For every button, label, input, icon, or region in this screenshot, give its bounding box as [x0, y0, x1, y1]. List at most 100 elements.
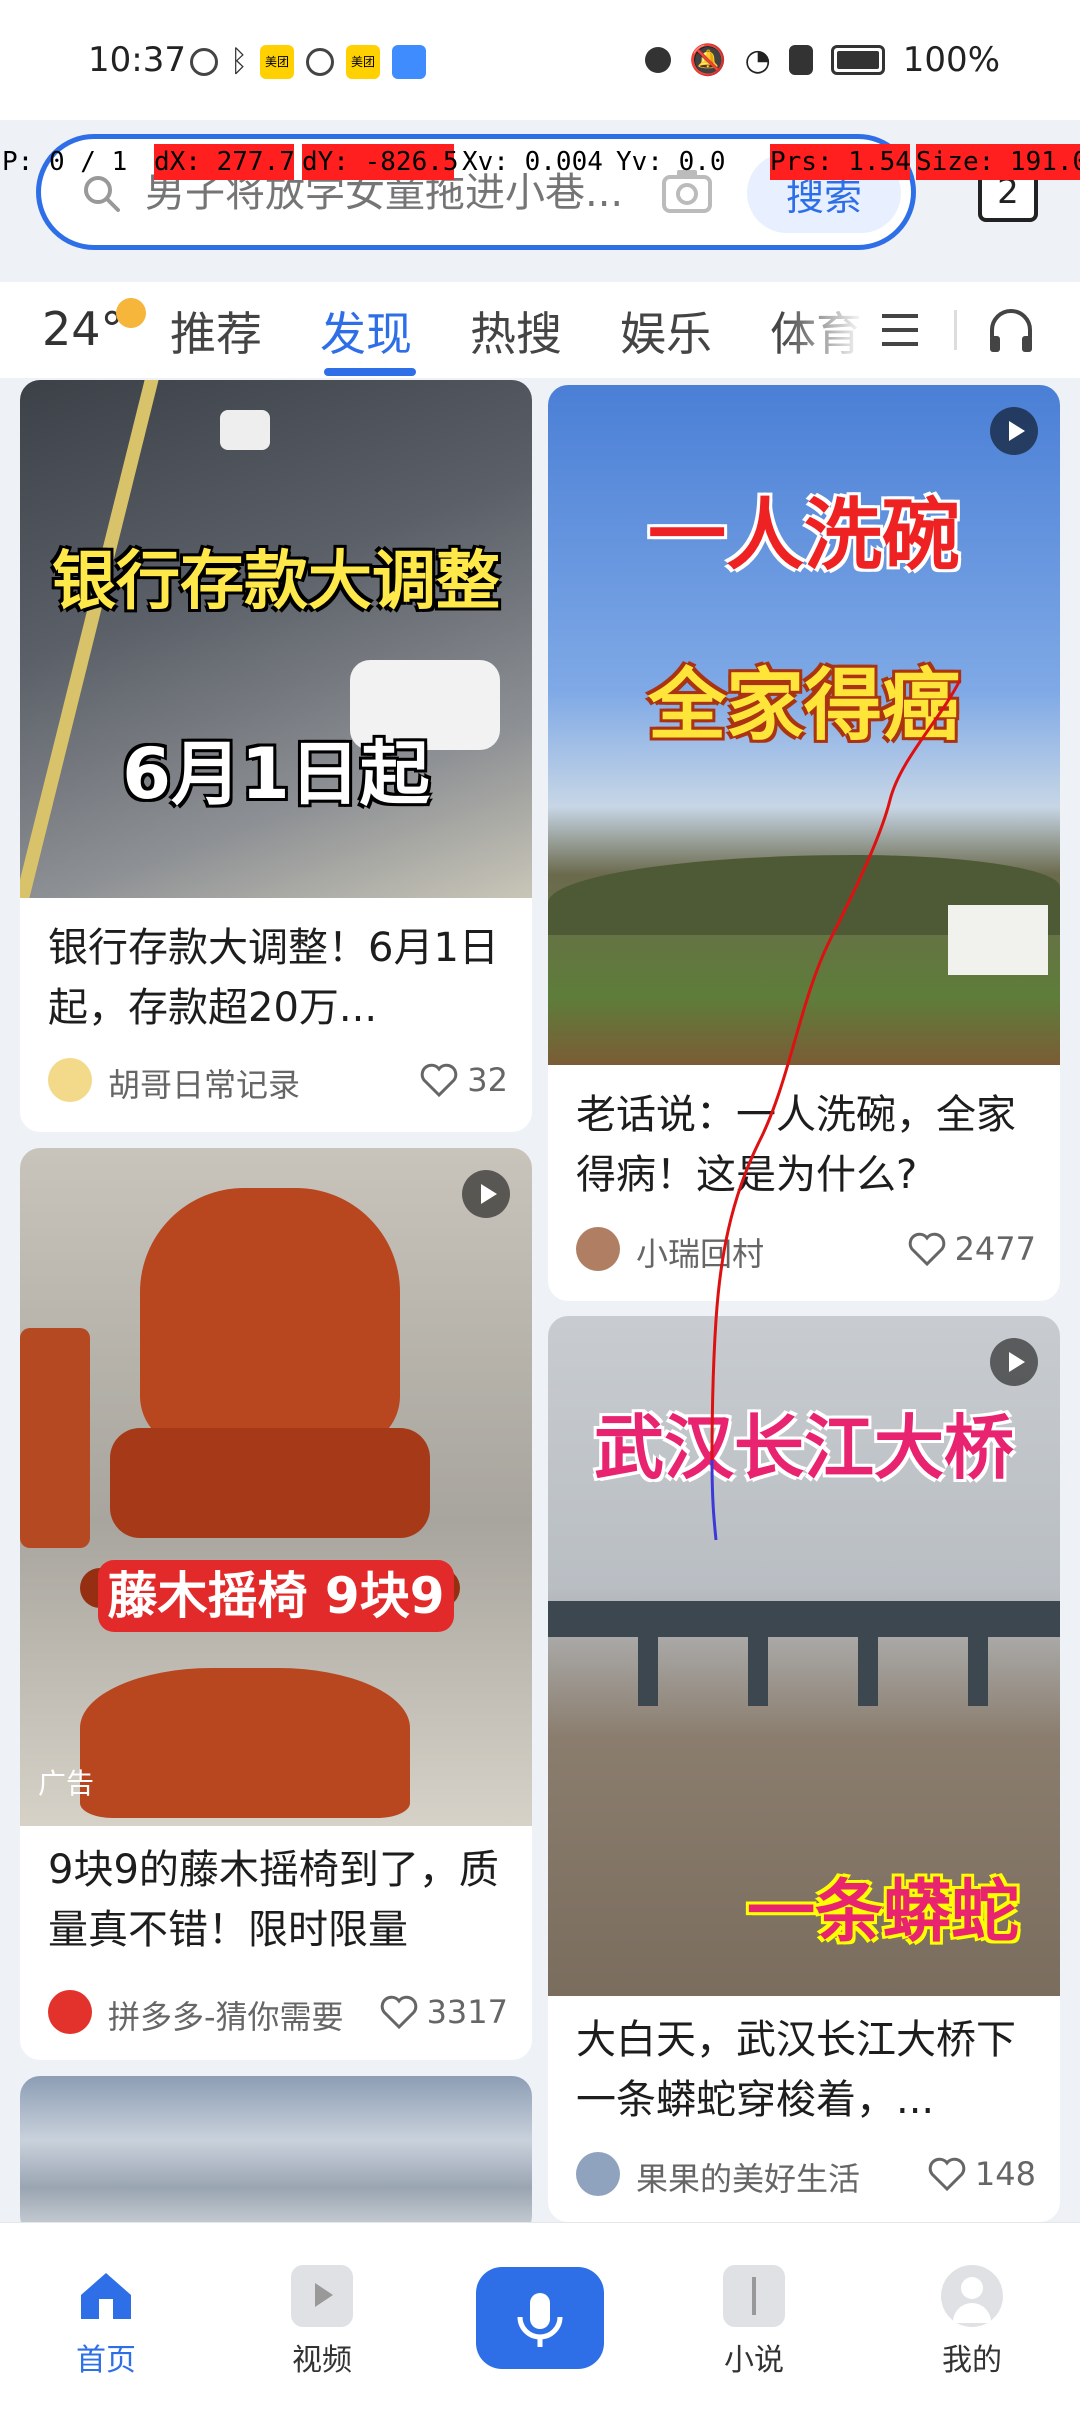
- play-icon: [462, 1170, 510, 1218]
- avatar: [576, 1227, 620, 1271]
- thumbnail-headline: 武汉长江大桥: [594, 1407, 1014, 1489]
- thumbnail-price-banner: 藤木摇椅 9块9: [98, 1560, 454, 1632]
- tab-discover[interactable]: 发现: [320, 298, 412, 364]
- thumbnail-headline: 一人洗碗: [647, 491, 960, 581]
- wifi-icon: ◔: [744, 42, 771, 78]
- chair-shape: [80, 1668, 410, 1818]
- avatar: [48, 1058, 92, 1102]
- nav-label: 首页: [76, 2343, 136, 2378]
- status-bar: 10:37 ᛒ 美团 美团 🔕 ◔ 100%: [0, 0, 1080, 120]
- weather-widget[interactable]: 24°: [42, 298, 146, 356]
- play-icon: [990, 407, 1038, 455]
- nav-label: 我的: [942, 2343, 1002, 2378]
- status-system-icons: 🔕 ◔ 100%: [645, 40, 1000, 80]
- microphone-icon: [517, 2293, 563, 2347]
- feed-card[interactable]: 藤木摇椅 9块9 广告 9块9的藤木摇椅到了，质量真不错！限时限量 拼多多-猜你…: [20, 1148, 532, 2060]
- home-icon: [75, 2265, 137, 2327]
- card-meta: 胡哥日常记录 32: [48, 1056, 508, 1106]
- tabs-divider: [954, 310, 957, 350]
- active-tab-indicator: [324, 368, 416, 376]
- app-face-icon: [306, 47, 334, 76]
- nav-label: 视频: [292, 2343, 352, 2378]
- bridge-deck-shape: [548, 1601, 1060, 1637]
- meituan-badge-icon: 美团: [260, 44, 294, 79]
- avatar: [48, 1990, 92, 2034]
- thumbnail-subheadline: 全家得癌: [647, 661, 960, 751]
- status-notification-icons: ᛒ 美团 美团: [190, 44, 426, 79]
- status-time: 10:37: [88, 40, 186, 80]
- like-count[interactable]: 148: [927, 2154, 1036, 2194]
- profile-icon: [941, 2265, 1003, 2327]
- side-table-shape: [20, 1328, 90, 1548]
- like-count[interactable]: 3317: [379, 1992, 508, 2032]
- card-meta: 果果的美好生活 148: [576, 2150, 1036, 2200]
- card-thumbnail: [20, 2076, 532, 2222]
- feed-card[interactable]: 武汉长江大桥 一条蟒蛇 大白天，武汉长江大桥下一条蟒蛇穿梭着，... 果果的美好…: [548, 1316, 1060, 2222]
- alert-icon: [788, 45, 813, 75]
- mute-icon: 🔕: [689, 42, 727, 78]
- car-shape: [220, 410, 270, 450]
- heart-icon: [421, 1063, 458, 1098]
- card-title: 9块9的藤木摇椅到了，质量真不错！限时限量: [48, 1847, 499, 1953]
- battery-percent: 100%: [902, 40, 1000, 80]
- headphones-icon[interactable]: [986, 306, 1036, 356]
- menu-icon[interactable]: [878, 308, 922, 352]
- author-name: 拼多多-猜你需要: [108, 1998, 344, 2036]
- bridge-pier-shape: [748, 1636, 768, 1706]
- nav-home[interactable]: 首页: [46, 2265, 166, 2379]
- tab-trending[interactable]: 热搜: [470, 298, 562, 364]
- debug-pointer: P: 0 / 1: [2, 147, 128, 177]
- heart-icon: [908, 1232, 945, 1267]
- sun-icon: [115, 298, 146, 328]
- road-lane: [20, 380, 159, 898]
- like-count[interactable]: 32: [419, 1060, 508, 1100]
- speed-icon: [190, 47, 218, 76]
- heart-icon: [380, 1995, 417, 2030]
- like-number: 3317: [426, 1993, 508, 2031]
- chair-seat-shape: [110, 1428, 430, 1538]
- discover-feed: 银行存款大调整 6月1日起 银行存款大调整！6月1日起，存款超20万... 胡哥…: [0, 380, 1080, 2222]
- book-icon: [723, 2265, 785, 2327]
- voice-search-button[interactable]: [476, 2267, 604, 2369]
- like-count[interactable]: 2477: [907, 1229, 1036, 1269]
- tab-recommend[interactable]: 推荐: [170, 298, 262, 364]
- card-thumbnail: 藤木摇椅 9块9 广告: [20, 1148, 532, 1826]
- heart-icon: [928, 2157, 966, 2192]
- bluetooth-icon: ᛒ: [230, 44, 248, 79]
- bridge-pier-shape: [638, 1636, 658, 1706]
- video-icon: [291, 2265, 353, 2327]
- feed-card[interactable]: 一人洗碗 全家得癌 老话说：一人洗碗，全家得病！这是为什么? 小瑞回村 2477: [548, 385, 1060, 1301]
- card-title: 老话说：一人洗碗，全家得病！这是为什么?: [576, 1092, 1016, 1198]
- touch-debug-overlay: P: 0 / 1 dX: 277.7 dY: -826.5 Xv: 0.004 …: [0, 144, 1080, 180]
- bottom-nav: 首页 视频 小说 我的: [0, 2222, 1080, 2412]
- like-number: 148: [974, 2155, 1036, 2193]
- bridge-pier-shape: [968, 1636, 988, 1706]
- house-shape: [948, 905, 1048, 975]
- card-thumbnail: 武汉长江大桥 一条蟒蛇: [548, 1316, 1060, 1996]
- nav-profile[interactable]: 我的: [912, 2265, 1032, 2379]
- card-thumbnail: 银行存款大调整 6月1日起: [20, 380, 532, 898]
- author-name: 小瑞回村: [636, 1235, 765, 1273]
- feed-card[interactable]: 银行存款大调整 6月1日起 银行存款大调整！6月1日起，存款超20万... 胡哥…: [20, 380, 532, 1132]
- nav-novel[interactable]: 小说: [694, 2265, 814, 2379]
- feed-card[interactable]: [20, 2076, 532, 2222]
- debug-size: Size: 191.0: [916, 144, 1080, 180]
- card-title: 大白天，武汉长江大桥下一条蟒蛇穿梭着，...: [576, 2017, 1016, 2123]
- author-name: 胡哥日常记录: [108, 1066, 301, 1104]
- like-number: 2477: [954, 1230, 1036, 1268]
- card-title: 银行存款大调整！6月1日起，存款超20万...: [48, 925, 499, 1031]
- tab-entertainment[interactable]: 娱乐: [620, 298, 712, 364]
- card-meta: 小瑞回村 2477: [576, 1225, 1036, 1275]
- thumbnail-headline: 银行存款大调整: [52, 545, 500, 619]
- play-icon: [990, 1338, 1038, 1386]
- card-meta: 拼多多-猜你需要 3317: [48, 1988, 508, 2038]
- debug-dx: dX: 277.7: [154, 144, 295, 180]
- bridge-pier-shape: [858, 1636, 878, 1706]
- nav-video[interactable]: 视频: [262, 2265, 382, 2379]
- like-number: 32: [467, 1061, 508, 1099]
- chair-back-shape: [140, 1188, 400, 1448]
- debug-xv: Xv: 0.004: [462, 147, 603, 177]
- debug-dy: dY: -826.5: [302, 144, 459, 180]
- weather-temp: 24°: [42, 302, 124, 356]
- card-thumbnail: 一人洗碗 全家得癌: [548, 385, 1060, 1065]
